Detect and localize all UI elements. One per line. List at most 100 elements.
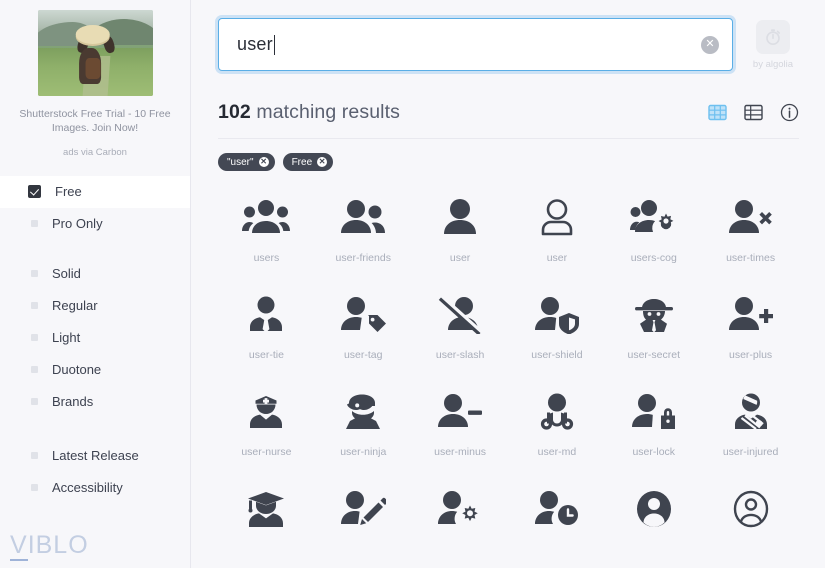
- users-icon: [242, 193, 291, 243]
- icon-card-user-graduate[interactable]: [218, 484, 315, 568]
- results-count-suffix: matching results: [250, 101, 400, 123]
- results-bar: 102 matching results: [218, 101, 799, 139]
- user-circle-solid-icon: [635, 484, 673, 534]
- sidebar-item-latest-release[interactable]: Latest Release: [0, 440, 190, 472]
- sidebar-item-solid[interactable]: Solid: [0, 258, 190, 290]
- icon-card-user-minus[interactable]: user-minus: [412, 387, 509, 482]
- chip-label: "user": [227, 156, 254, 168]
- user-shield-icon: [534, 290, 580, 340]
- icon-card-user-circle-outline[interactable]: [702, 484, 799, 568]
- icon-label: users-cog: [630, 252, 677, 264]
- results-count: 102 matching results: [218, 101, 400, 124]
- info-icon[interactable]: [780, 103, 799, 122]
- icon-label: user-shield: [531, 349, 583, 361]
- view-tools: [708, 103, 799, 122]
- filter-label: Light: [52, 330, 81, 346]
- icon-card-user-lock[interactable]: user-lock: [605, 387, 702, 482]
- checkbox-empty-icon[interactable]: [31, 452, 38, 460]
- icon-card-user-solid[interactable]: user: [412, 193, 509, 288]
- user-tie-icon: [248, 290, 284, 340]
- sidebar-item-pro-only[interactable]: Pro Only: [0, 208, 190, 240]
- sidebar-item-regular[interactable]: Regular: [0, 290, 190, 322]
- icon-card-user-slash[interactable]: user-slash: [412, 290, 509, 385]
- icon-search-page: Shutterstock Free Trial - 10 Free Images…: [0, 0, 825, 568]
- sidebar-item-light[interactable]: Light: [0, 322, 190, 354]
- ad-image[interactable]: [37, 10, 153, 96]
- watermark-text: IBLO: [27, 531, 89, 559]
- sidebar: Shutterstock Free Trial - 10 Free Images…: [0, 0, 191, 568]
- users-cog-icon: [629, 193, 678, 243]
- filter-label: Free: [55, 184, 82, 200]
- icon-card-user-tag[interactable]: user-tag: [315, 290, 412, 385]
- filter-list: Free Pro Only Solid Regular Light Duoton…: [0, 175, 190, 504]
- icon-label: user-injured: [722, 446, 779, 458]
- filter-label: Duotone: [52, 362, 102, 378]
- checkbox-empty-icon[interactable]: [31, 334, 38, 342]
- icon-label: user-slash: [435, 349, 485, 361]
- user-injured-icon: [732, 387, 770, 437]
- checkbox-empty-icon[interactable]: [31, 398, 38, 406]
- list-view-icon[interactable]: [744, 103, 763, 122]
- chip-label: Free: [291, 156, 313, 168]
- filter-label: Solid: [52, 266, 81, 282]
- clear-search-icon[interactable]: ✕: [701, 35, 719, 54]
- filter-label: Pro Only: [52, 216, 103, 232]
- user-secret-icon: [634, 290, 674, 340]
- chip-remove-icon[interactable]: ✕: [258, 157, 269, 167]
- icon-label: user-secret: [627, 349, 680, 361]
- icon-card-user-plus[interactable]: user-plus: [702, 290, 799, 385]
- checkbox-empty-icon[interactable]: [31, 220, 38, 228]
- user-friends-icon: [340, 193, 386, 243]
- icon-results-grid: users user-friends user user users-cog u…: [218, 193, 799, 568]
- active-filter-chips: "user" ✕ Free ✕: [218, 153, 799, 171]
- icon-card-user-clock[interactable]: [509, 484, 606, 568]
- icon-card-user-outline[interactable]: user: [509, 193, 606, 288]
- user-plus-icon: [728, 290, 774, 340]
- sidebar-item-free[interactable]: Free: [0, 175, 190, 208]
- icon-card-user-cog[interactable]: [412, 484, 509, 568]
- search-field-wrapper: user ✕: [218, 18, 733, 71]
- filter-label: Brands: [52, 394, 94, 410]
- icon-label: user-times: [726, 252, 776, 264]
- icon-card-user-secret[interactable]: user-secret: [605, 290, 702, 385]
- ad-title[interactable]: Shutterstock Free Trial - 10 Free Images…: [14, 107, 176, 136]
- icon-card-user-nurse[interactable]: user-nurse: [218, 387, 315, 482]
- checkbox-empty-icon[interactable]: [31, 366, 38, 374]
- sidebar-item-duotone[interactable]: Duotone: [0, 354, 190, 386]
- icon-label: users: [253, 252, 280, 264]
- user-clock-icon: [534, 484, 580, 534]
- icon-card-user-md[interactable]: user-md: [509, 387, 606, 482]
- checkbox-empty-icon[interactable]: [31, 484, 38, 492]
- sidebar-item-brands[interactable]: Brands: [0, 386, 190, 418]
- search-input[interactable]: user: [218, 18, 733, 71]
- user-edit-icon: [340, 484, 387, 534]
- ad-attribution[interactable]: ads via Carbon: [14, 147, 176, 158]
- icon-label: user-tag: [343, 349, 383, 361]
- main-content: user ✕ by algolia 102 matching results "…: [191, 0, 825, 568]
- icon-card-user-edit[interactable]: [315, 484, 412, 568]
- icon-card-user-tie[interactable]: user-tie: [218, 290, 315, 385]
- chip-free[interactable]: Free ✕: [282, 153, 334, 171]
- sidebar-item-accessibility[interactable]: Accessibility: [0, 472, 190, 504]
- checkbox-empty-icon[interactable]: [31, 270, 38, 278]
- icon-card-user-times[interactable]: user-times: [702, 193, 799, 288]
- checkbox-empty-icon[interactable]: [31, 302, 38, 310]
- filter-label: Latest Release: [52, 448, 139, 464]
- icon-label: user-tie: [248, 349, 284, 361]
- grid-view-icon[interactable]: [708, 103, 727, 122]
- user-cog-icon: [437, 484, 483, 534]
- icon-card-users[interactable]: users: [218, 193, 315, 288]
- icon-card-user-injured[interactable]: user-injured: [702, 387, 799, 482]
- icon-card-user-circle-solid[interactable]: [605, 484, 702, 568]
- icon-card-user-shield[interactable]: user-shield: [509, 290, 606, 385]
- chip-remove-icon[interactable]: ✕: [317, 157, 328, 167]
- chip-search-term[interactable]: "user" ✕: [218, 153, 275, 171]
- icon-card-users-cog[interactable]: users-cog: [605, 193, 702, 288]
- icon-card-user-ninja[interactable]: user-ninja: [315, 387, 412, 482]
- icon-label: user: [449, 252, 471, 264]
- sidebar-ad[interactable]: Shutterstock Free Trial - 10 Free Images…: [0, 0, 190, 158]
- icon-card-user-friends[interactable]: user-friends: [315, 193, 412, 288]
- user-times-icon: [728, 193, 774, 243]
- checkbox-checked-icon[interactable]: [28, 185, 41, 199]
- filter-label: Accessibility: [52, 480, 123, 496]
